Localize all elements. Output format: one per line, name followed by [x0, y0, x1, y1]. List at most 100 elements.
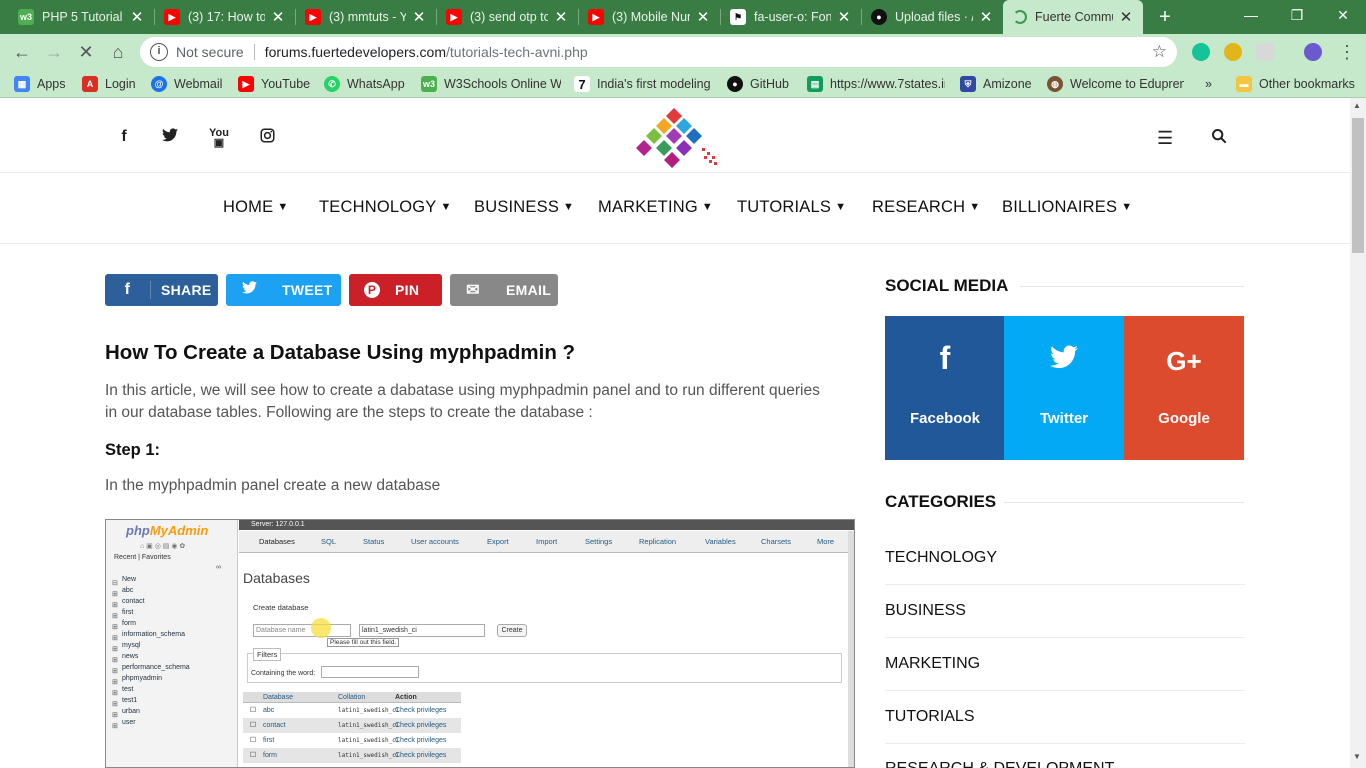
close-icon[interactable]: ✕ — [1119, 8, 1133, 26]
checkbox[interactable]: ☐ — [243, 733, 263, 748]
close-window-button[interactable]: ✕ — [1320, 0, 1366, 30]
pma-db-item[interactable]: test — [122, 686, 133, 693]
check-privileges-link[interactable]: Check privileges — [395, 718, 446, 733]
pma-tab-export[interactable]: Export — [487, 537, 509, 546]
pma-tab-more[interactable]: More — [817, 537, 834, 546]
db-name[interactable]: form — [263, 748, 338, 763]
other-bookmarks[interactable]: ▬ Other bookmarks — [1236, 75, 1355, 93]
bookmark-edupren[interactable]: ◍ Welcome to Edupren — [1047, 75, 1184, 93]
tab-youtube-mobile[interactable]: ▶ (3) Mobile Nur ✕ — [578, 0, 720, 34]
pma-db-item[interactable]: information_schema — [122, 631, 185, 638]
pma-create-button[interactable]: Create — [497, 624, 527, 637]
db-name[interactable]: first — [263, 733, 338, 748]
share-email-button[interactable]: ✉ EMAIL — [450, 274, 558, 306]
pma-db-item[interactable]: phpmyadmin — [122, 675, 162, 682]
close-icon[interactable]: ✕ — [554, 8, 568, 26]
twitter-icon[interactable] — [160, 128, 180, 147]
tab-youtube-17[interactable]: ▶ (3) 17: How to ✕ — [154, 0, 295, 34]
address-bar[interactable]: i Not secure forums.fuertedevelopers.com… — [140, 37, 1177, 67]
pma-db-item[interactable]: news — [122, 653, 138, 660]
search-icon[interactable] — [1211, 128, 1227, 149]
close-icon[interactable]: ✕ — [979, 8, 993, 26]
check-privileges-link[interactable]: Check privileges — [395, 733, 446, 748]
pma-db-item[interactable]: first — [122, 609, 133, 616]
bookmark-login[interactable]: A Login — [82, 75, 136, 93]
close-icon[interactable]: ✕ — [837, 8, 851, 26]
site-logo[interactable] — [630, 106, 722, 172]
col-database[interactable]: Database — [263, 692, 338, 702]
home-icon[interactable]: ⌂ — [106, 41, 130, 63]
nav-research[interactable]: RESEARCH ▼ — [872, 198, 980, 217]
db-name[interactable]: contact — [263, 718, 338, 733]
pma-tab-import[interactable]: Import — [536, 537, 557, 546]
bookmark-amizone[interactable]: ⛨ Amizone — [960, 75, 1032, 93]
checkbox[interactable]: ☐ — [243, 748, 263, 763]
stop-loading-icon[interactable]: ✕ — [74, 41, 98, 63]
extension-icon[interactable] — [1224, 43, 1242, 61]
pma-db-item[interactable]: contact — [122, 598, 145, 605]
pma-containing-input[interactable] — [321, 666, 419, 678]
restore-button[interactable]: ❐ — [1274, 0, 1320, 30]
category-marketing[interactable]: MARKETING — [885, 655, 980, 673]
share-facebook-button[interactable]: f SHARE — [105, 274, 218, 306]
scrollbar-thumb[interactable] — [1352, 118, 1364, 253]
tab-php-tutorial[interactable]: w3 PHP 5 Tutorial ✕ — [8, 0, 154, 34]
bookmark-modeling[interactable]: 7 India's first modeling — [574, 75, 714, 93]
nav-tutorials[interactable]: TUTORIALS ▼ — [737, 198, 846, 217]
pma-db-item[interactable]: form — [122, 620, 136, 627]
youtube-icon[interactable]: You ▣ — [209, 128, 229, 149]
col-collation[interactable]: Collation — [338, 692, 395, 702]
pma-db-item[interactable]: performance_schema — [122, 664, 190, 671]
share-pinterest-button[interactable]: P PIN — [349, 274, 442, 306]
social-twitter-tile[interactable]: Twitter — [1004, 316, 1124, 460]
profile-avatar[interactable] — [1304, 43, 1322, 61]
scroll-up-arrow-icon[interactable]: ▲ — [1353, 101, 1361, 110]
instagram-icon[interactable] — [257, 128, 277, 148]
pma-db-item[interactable]: abc — [122, 587, 133, 594]
social-facebook-tile[interactable]: f Facebook — [885, 316, 1005, 460]
pma-db-new[interactable]: New — [122, 576, 136, 583]
pma-db-item[interactable]: mysql — [122, 642, 140, 649]
tab-fuerte-community[interactable]: Fuerte Commu ✕ — [1003, 0, 1143, 34]
close-icon[interactable]: ✕ — [271, 8, 285, 26]
tab-upload-files[interactable]: ● Upload files · / ✕ — [861, 0, 1003, 34]
category-business[interactable]: BUSINESS — [885, 602, 966, 620]
bookmark-star-icon[interactable]: ☆ — [1152, 42, 1167, 62]
nav-home[interactable]: HOME ▼ — [223, 198, 288, 217]
extension-icon[interactable] — [1256, 43, 1274, 61]
pma-tab-status[interactable]: Status — [363, 537, 384, 546]
tab-youtube-mmtuts[interactable]: ▶ (3) mmtuts - Y ✕ — [295, 0, 436, 34]
social-google-tile[interactable]: G+ Google — [1124, 316, 1244, 460]
info-icon[interactable]: i — [150, 43, 168, 61]
bookmark-7states[interactable]: ▤ https://www.7states.in — [807, 75, 945, 93]
nav-marketing[interactable]: MARKETING ▼ — [598, 198, 713, 217]
check-privileges-link[interactable]: Check privileges — [395, 748, 446, 763]
pma-db-item[interactable]: urban — [122, 708, 140, 715]
hamburger-menu-icon[interactable]: ☰ — [1157, 128, 1173, 149]
share-twitter-button[interactable]: TWEET — [226, 274, 341, 306]
tab-fa-user[interactable]: ⚑ fa-user-o: Font ✕ — [720, 0, 861, 34]
close-icon[interactable]: ✕ — [696, 8, 710, 26]
bookmark-apps[interactable]: ▦ Apps — [14, 75, 66, 93]
grammarly-extension-icon[interactable] — [1192, 43, 1210, 61]
back-icon[interactable]: ← — [10, 41, 34, 63]
tab-youtube-otp[interactable]: ▶ (3) send otp to ✕ — [436, 0, 578, 34]
pma-db-item[interactable]: user — [122, 719, 136, 726]
pma-database-name-input[interactable]: Database name — [253, 624, 351, 637]
close-icon[interactable]: ✕ — [412, 8, 426, 26]
nav-technology[interactable]: TECHNOLOGY ▼ — [319, 198, 452, 217]
bookmarks-overflow-button[interactable]: » — [1205, 75, 1212, 93]
nav-billionaires[interactable]: BILLIONAIRES ▼ — [1002, 198, 1132, 217]
check-privileges-link[interactable]: Check privileges — [395, 703, 446, 718]
category-tutorials[interactable]: TUTORIALS — [885, 708, 975, 726]
menu-dots-icon[interactable]: ⋮ — [1335, 41, 1359, 63]
bookmark-w3schools[interactable]: w3 W3Schools Online W — [421, 75, 561, 93]
bookmark-webmail[interactable]: @ Webmail — [151, 75, 222, 93]
nav-business[interactable]: BUSINESS ▼ — [474, 198, 574, 217]
checkbox[interactable]: ☐ — [243, 703, 263, 718]
pma-tab-settings[interactable]: Settings — [585, 537, 612, 546]
scroll-down-arrow-icon[interactable]: ▼ — [1353, 752, 1361, 761]
facebook-icon[interactable]: f — [114, 128, 134, 146]
bookmark-whatsapp[interactable]: ✆ WhatsApp — [324, 75, 405, 93]
pma-tab-sql[interactable]: SQL — [321, 537, 336, 546]
